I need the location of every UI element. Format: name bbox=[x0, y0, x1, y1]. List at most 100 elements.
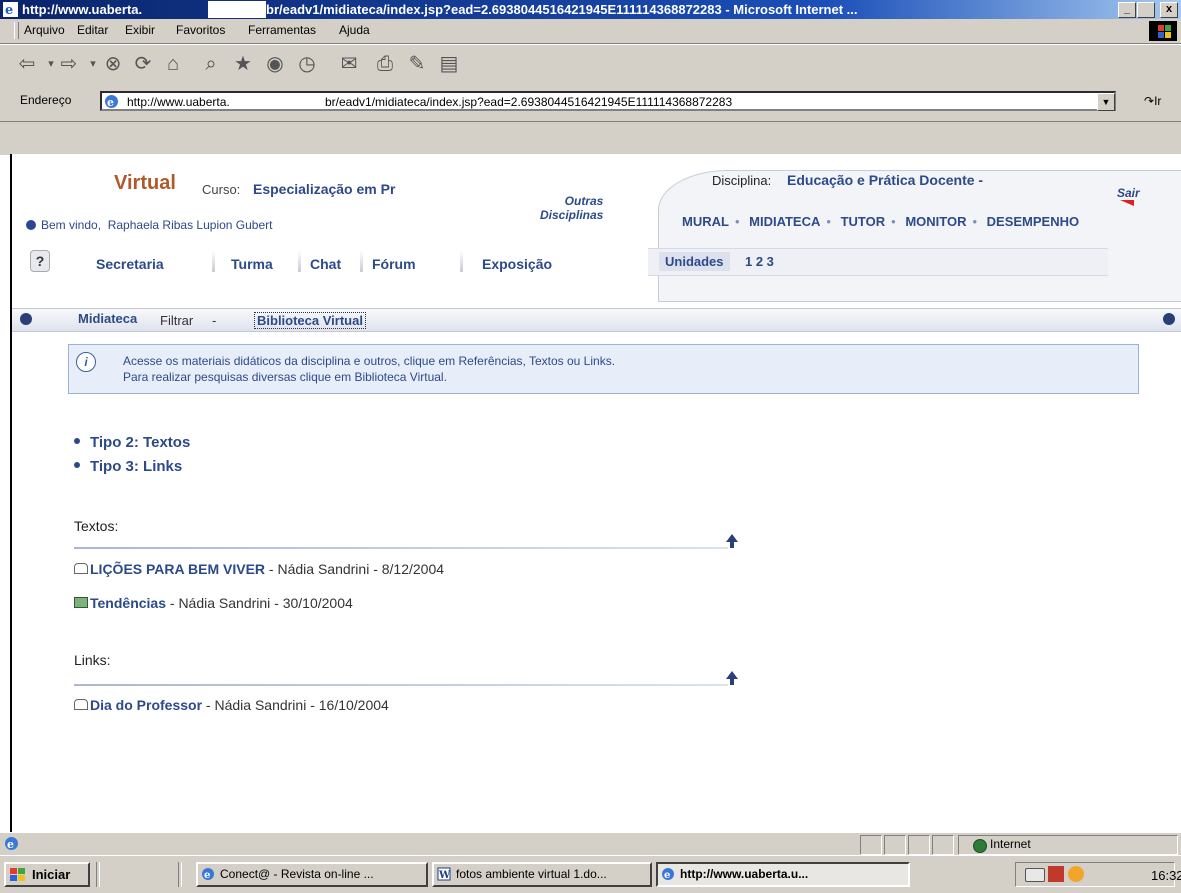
document-icon bbox=[74, 563, 88, 574]
ie-task-icon: e bbox=[202, 868, 214, 881]
task-button-uaberta[interactable]: e http://www.uaberta.u... bbox=[656, 862, 910, 887]
url-redaction bbox=[296, 93, 326, 109]
biblioteca-virtual-link[interactable]: Biblioteca Virtual bbox=[254, 312, 366, 329]
discuss-icon[interactable]: ▤ bbox=[436, 51, 462, 77]
info-line1: Acesse os materiais didáticos da discipl… bbox=[123, 354, 616, 368]
taskbar-separator bbox=[96, 862, 100, 887]
collapse-left-icon[interactable] bbox=[20, 313, 32, 325]
tab-turma[interactable]: Turma bbox=[231, 256, 273, 272]
address-dropdown-button[interactable]: ▼ bbox=[1097, 93, 1115, 111]
status-zone-label: Internet bbox=[990, 837, 1031, 851]
status-segment bbox=[860, 835, 882, 855]
nav-mural[interactable]: MURAL bbox=[682, 214, 729, 229]
collapse-right-icon[interactable] bbox=[1163, 313, 1175, 325]
mail-icon[interactable]: ✉ bbox=[336, 51, 362, 77]
ie-task-icon: e bbox=[662, 868, 674, 881]
status-segment bbox=[884, 835, 906, 855]
tray-network-icon[interactable] bbox=[1025, 868, 1045, 882]
nav-monitor[interactable]: MONITOR bbox=[905, 214, 966, 229]
window-title-part2: br/eadv1/midiateca/index.jsp?ead=2.69380… bbox=[266, 2, 858, 17]
brand-virtual: Virtual bbox=[114, 172, 176, 194]
go-arrow-icon: ↷ bbox=[1144, 94, 1155, 108]
standard-toolbar: ⇦ ▾ ⇨ ▾ ⊗ ⟳ ⌂ ⌕ ★ ◉ ◷ ✉ ⎙ ✎ ▤ bbox=[0, 44, 1181, 84]
media-icon[interactable]: ◉ bbox=[262, 51, 288, 77]
history-icon[interactable]: ◷ bbox=[294, 51, 320, 77]
list-item: Dia do Professor - Nádia Sandrini - 16/1… bbox=[74, 697, 389, 713]
tab-separator bbox=[212, 250, 215, 272]
print-icon[interactable]: ⎙ bbox=[372, 51, 398, 77]
back-to-top-icon[interactable] bbox=[726, 671, 738, 685]
tray-app-icon[interactable] bbox=[1048, 866, 1064, 882]
logo-redaction bbox=[24, 172, 108, 204]
list-item[interactable]: Tipo 3: Links bbox=[74, 458, 182, 475]
list-item: LIÇÕES PARA BEM VIVER - Nádia Sandrini -… bbox=[74, 561, 444, 577]
help-button[interactable]: ? bbox=[30, 250, 50, 272]
menu-arquivo[interactable]: Arquivo bbox=[24, 23, 65, 37]
tab-exposicao[interactable]: Exposição bbox=[482, 256, 552, 272]
task-label: fotos ambiente virtual 1.do... bbox=[456, 867, 607, 881]
go-button[interactable]: ↷Ir bbox=[1144, 94, 1161, 108]
address-input[interactable]: e http://www.uaberta. br/eadv1/midiateca… bbox=[100, 91, 1116, 111]
item-title-link[interactable]: Dia do Professor bbox=[90, 697, 202, 713]
search-icon[interactable]: ⌕ bbox=[198, 51, 224, 77]
menu-exibir[interactable]: Exibir bbox=[125, 23, 155, 37]
nav-desempenho[interactable]: DESEMPENHO bbox=[987, 214, 1079, 229]
type-textos-link[interactable]: Tipo 2: Textos bbox=[90, 434, 190, 451]
taskbar-clock[interactable]: 16:32 bbox=[1151, 868, 1181, 883]
favorites-icon[interactable]: ★ bbox=[230, 51, 256, 77]
disciplina-value[interactable]: Educação e Prática Docente - bbox=[787, 172, 983, 188]
tab-chat[interactable]: Chat bbox=[310, 256, 341, 272]
internet-zone-icon bbox=[973, 839, 987, 853]
refresh-icon[interactable]: ⟳ bbox=[130, 51, 156, 77]
tab-separator bbox=[460, 250, 463, 272]
item-title-link[interactable]: Tendências bbox=[90, 595, 166, 611]
forward-icon[interactable]: ⇨ bbox=[56, 51, 82, 77]
internet-explorer-icon: e bbox=[3, 2, 18, 17]
back-to-top-icon[interactable] bbox=[726, 534, 738, 548]
tab-secretaria[interactable]: Secretaria bbox=[96, 256, 164, 272]
list-item: Tendências - Nádia Sandrini - 30/10/2004 bbox=[74, 595, 353, 611]
close-button[interactable]: x bbox=[1160, 2, 1178, 18]
outras-disciplinas-button[interactable]: Outras Disciplinas bbox=[540, 194, 603, 222]
web-page: Virtual Curso: Especialização em Pr Bem … bbox=[12, 154, 1181, 832]
item-title-link[interactable]: LIÇÕES PARA BEM VIVER bbox=[90, 561, 265, 577]
word-task-icon: W bbox=[437, 867, 451, 881]
menu-ferramentas[interactable]: Ferramentas bbox=[248, 23, 316, 37]
outras-line1: Outras bbox=[564, 194, 604, 208]
curso-value[interactable]: Especialização em Pr bbox=[253, 181, 395, 197]
back-icon[interactable]: ⇦ bbox=[14, 51, 40, 77]
item-meta: - Nádia Sandrini - 8/12/2004 bbox=[265, 561, 445, 577]
menu-favoritos[interactable]: Favoritos bbox=[176, 23, 225, 37]
stop-icon[interactable]: ⊗ bbox=[100, 51, 126, 77]
menu-editar[interactable]: Editar bbox=[77, 23, 108, 37]
outras-line2: Disciplinas bbox=[540, 208, 604, 222]
nav-midiateca[interactable]: MIDIATECA bbox=[749, 214, 820, 229]
sair-button[interactable]: Sair bbox=[1117, 186, 1140, 200]
edit-icon[interactable]: ✎ bbox=[404, 51, 430, 77]
svg-text:e: e bbox=[107, 96, 114, 109]
discipline-panel bbox=[658, 170, 1181, 302]
tray-messenger-icon[interactable] bbox=[1068, 866, 1084, 882]
curso-label: Curso: bbox=[202, 182, 241, 197]
maximize-button[interactable] bbox=[1137, 2, 1155, 18]
address-label: Endereço bbox=[20, 93, 72, 107]
type-links-link[interactable]: Tipo 3: Links bbox=[90, 458, 182, 475]
bullet-icon bbox=[74, 462, 80, 468]
filtrar-label: Filtrar bbox=[160, 313, 194, 328]
svg-text:e: e bbox=[7, 838, 14, 851]
user-name[interactable]: Raphaela Ribas Lupion Gubert bbox=[108, 218, 273, 232]
menu-ajuda[interactable]: Ajuda bbox=[339, 23, 370, 37]
task-button-word[interactable]: W fotos ambiente virtual 1.do... bbox=[432, 862, 652, 887]
nav-tutor[interactable]: TUTOR bbox=[841, 214, 886, 229]
window-title-bar[interactable]: e http://www.uaberta. br/eadv1/midiateca… bbox=[0, 0, 1181, 19]
minimize-button[interactable]: _ bbox=[1118, 2, 1136, 18]
tab-forum[interactable]: Fórum bbox=[372, 256, 416, 272]
window-title-part1: http://www.uaberta. bbox=[22, 2, 143, 17]
task-button-revista[interactable]: e Conect@ - Revista on-line ... bbox=[196, 862, 428, 887]
address-url-part1: http://www.uaberta. bbox=[127, 95, 230, 109]
section-divider bbox=[74, 684, 728, 686]
home-icon[interactable]: ⌂ bbox=[160, 51, 186, 77]
svg-text:W: W bbox=[438, 870, 451, 881]
unidades-links[interactable]: 1 2 3 bbox=[745, 254, 774, 269]
list-item[interactable]: Tipo 2: Textos bbox=[74, 434, 190, 451]
